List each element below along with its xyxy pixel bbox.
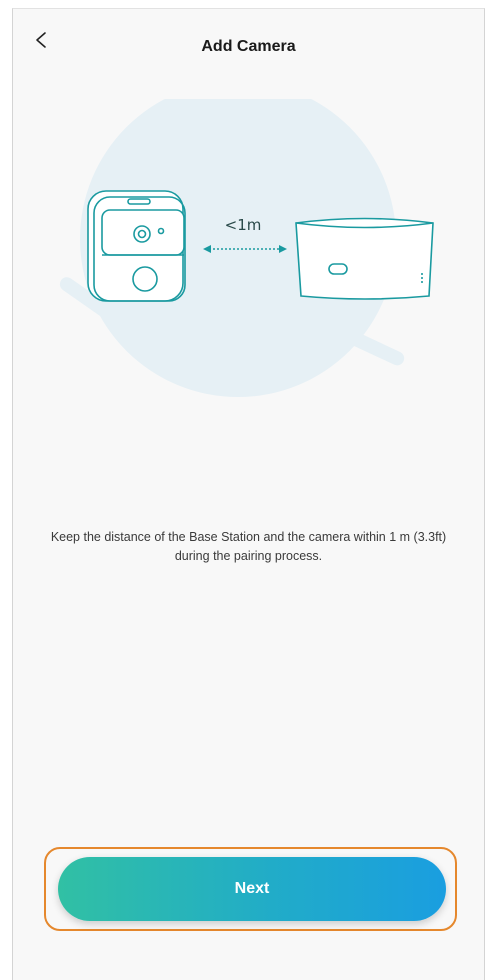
- add-camera-screen: Add Camera <1m Keep the distance of the …: [12, 8, 485, 980]
- header: Add Camera: [13, 9, 484, 85]
- instruction-text: Keep the distance of the Base Station an…: [50, 530, 447, 563]
- base-station-icon: [295, 217, 434, 300]
- next-button-label: Next: [234, 880, 270, 897]
- pairing-illustration: [59, 99, 434, 397]
- next-button[interactable]: Next: [58, 857, 446, 921]
- camera-icon: [87, 190, 186, 302]
- distance-label: <1m: [224, 216, 262, 234]
- page-title: Add Camera: [201, 38, 296, 55]
